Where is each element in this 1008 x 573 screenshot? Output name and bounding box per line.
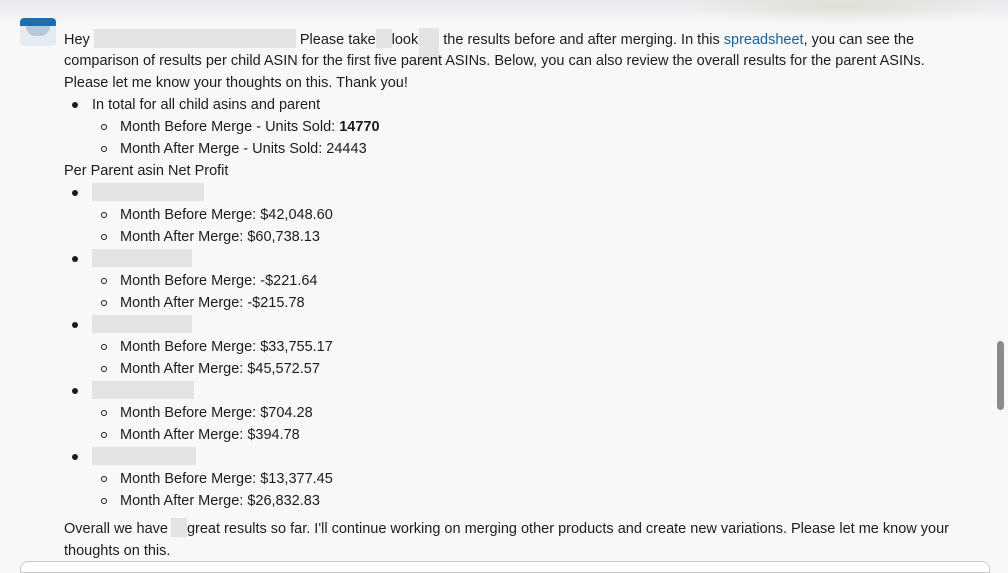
intro-text-1: Please take xyxy=(299,32,376,48)
parent-before-text: Month Before Merge: $13,377.45 xyxy=(120,471,333,487)
parent-before-item: Month Before Merge: $704.28 xyxy=(92,402,984,424)
scrollbar-thumb[interactable] xyxy=(997,341,1004,410)
parent-sublist: Month Before Merge: $33,755.17 Month Aft… xyxy=(92,336,984,380)
message-composer[interactable] xyxy=(20,561,990,573)
parent-before-item: Month Before Merge: $33,755.17 xyxy=(92,336,984,358)
parent-item-1: Month Before Merge: $42,048.60 Month Aft… xyxy=(64,182,984,248)
parent-item-4: Month Before Merge: $704.28 Month After … xyxy=(64,380,984,446)
bullet-icon xyxy=(72,102,78,108)
parent-before-text: Month Before Merge: $33,755.17 xyxy=(120,339,333,355)
parent-before-item: Month Before Merge: $13,377.45 xyxy=(92,468,984,490)
parent-before-text: Month Before Merge: $704.28 xyxy=(120,405,313,421)
redacted-word xyxy=(375,29,392,48)
redacted-word xyxy=(170,518,187,537)
parent-item-2: Month Before Merge: -$221.64 Month After… xyxy=(64,248,984,314)
overall-text-1: Overall we have xyxy=(64,521,168,537)
redacted-parent-asin xyxy=(92,249,192,267)
parent-after-item: Month After Merge: $45,572.57 xyxy=(92,358,984,380)
total-sublist: Month Before Merge - Units Sold: 14770 M… xyxy=(92,116,984,160)
intro-text-3: the results before and after merging. In… xyxy=(443,32,720,48)
redacted-name xyxy=(93,29,154,48)
message-body: Hey Please take look the results before a… xyxy=(64,28,984,562)
bullet-icon xyxy=(72,322,78,328)
per-parent-heading: Per Parent asin Net Profit xyxy=(64,163,229,179)
sub-bullet-icon xyxy=(101,212,107,218)
parent-list: Month Before Merge: $42,048.60 Month Aft… xyxy=(64,182,984,512)
parent-sublist: Month Before Merge: $42,048.60 Month Aft… xyxy=(92,204,984,248)
total-list-item: In total for all child asins and parent … xyxy=(64,94,984,160)
parent-before-item: Month Before Merge: -$221.64 xyxy=(92,270,984,292)
parent-item-5: Month Before Merge: $13,377.45 Month Aft… xyxy=(64,446,984,512)
parent-sublist: Month Before Merge: -$221.64 Month After… xyxy=(92,270,984,314)
sub-bullet-icon xyxy=(101,278,107,284)
redacted-parent-asin xyxy=(92,183,204,201)
parent-after-text: Month After Merge: -$215.78 xyxy=(120,295,305,311)
sub-bullet-icon xyxy=(101,476,107,482)
parent-after-item: Month After Merge: $60,738.13 xyxy=(92,226,984,248)
parent-before-text: Month Before Merge: $42,048.60 xyxy=(120,207,333,223)
intro-line-2: comparison of results per child ASIN for… xyxy=(64,53,925,69)
bullet-icon xyxy=(72,454,78,460)
sub-bullet-icon xyxy=(101,432,107,438)
parent-after-text: Month After Merge: $26,832.83 xyxy=(120,493,320,509)
parent-after-text: Month After Merge: $394.78 xyxy=(120,427,300,443)
greeting-text: Hey xyxy=(64,32,90,48)
parent-after-item: Month After Merge: $394.78 xyxy=(92,424,984,446)
intro-line-1: Hey Please take look the results before a… xyxy=(64,28,984,64)
sub-bullet-icon xyxy=(101,124,107,130)
intro-text-4: , you can see the xyxy=(803,32,915,48)
parent-sublist: Month Before Merge: $704.28 Month After … xyxy=(92,402,984,446)
units-before-label: Month Before Merge - Units Sold: xyxy=(120,119,336,135)
units-before-item: Month Before Merge - Units Sold: 14770 xyxy=(92,116,984,138)
sub-bullet-icon xyxy=(101,498,107,504)
units-after-item: Month After Merge - Units Sold: 24443 xyxy=(92,138,984,160)
parent-after-item: Month After Merge: $26,832.83 xyxy=(92,490,984,512)
units-after-text: Month After Merge - Units Sold: 24443 xyxy=(120,141,367,157)
bullet-icon xyxy=(72,388,78,394)
overall-text-2: great results so far. I'll continue work… xyxy=(186,521,949,537)
overall-line-2: thoughts on this. xyxy=(64,543,171,559)
spreadsheet-link[interactable]: spreadsheet xyxy=(724,32,804,48)
sub-bullet-icon xyxy=(101,410,107,416)
parent-after-text: Month After Merge: $60,738.13 xyxy=(120,229,320,245)
decorative-blur xyxy=(680,0,1000,24)
intro-line-3: Please let me know your thoughts on this… xyxy=(64,75,408,91)
parent-item-3: Month Before Merge: $33,755.17 Month Aft… xyxy=(64,314,984,380)
bullet-icon xyxy=(72,190,78,196)
avatar[interactable] xyxy=(20,18,56,46)
redacted-parent-asin xyxy=(92,315,192,333)
parent-after-item: Month After Merge: -$215.78 xyxy=(92,292,984,314)
sub-bullet-icon xyxy=(101,344,107,350)
parent-before-item: Month Before Merge: $42,048.60 xyxy=(92,204,984,226)
redacted-name-2 xyxy=(153,29,296,48)
overall-paragraph: Overall we have great results so far. I'l… xyxy=(64,518,984,562)
intro-text-2: look xyxy=(391,32,419,48)
bullet-icon xyxy=(72,256,78,262)
sub-bullet-icon xyxy=(101,234,107,240)
sub-bullet-icon xyxy=(101,146,107,152)
parent-before-text: Month Before Merge: -$221.64 xyxy=(120,273,318,289)
total-list: In total for all child asins and parent … xyxy=(64,94,984,160)
sub-bullet-icon xyxy=(101,366,107,372)
units-before-value: 14770 xyxy=(339,119,380,135)
sub-bullet-icon xyxy=(101,300,107,306)
redacted-parent-asin xyxy=(92,447,196,465)
total-heading: In total for all child asins and parent xyxy=(92,97,321,113)
parent-after-text: Month After Merge: $45,572.57 xyxy=(120,361,320,377)
redacted-parent-asin xyxy=(92,381,194,399)
parent-sublist: Month Before Merge: $13,377.45 Month Aft… xyxy=(92,468,984,512)
